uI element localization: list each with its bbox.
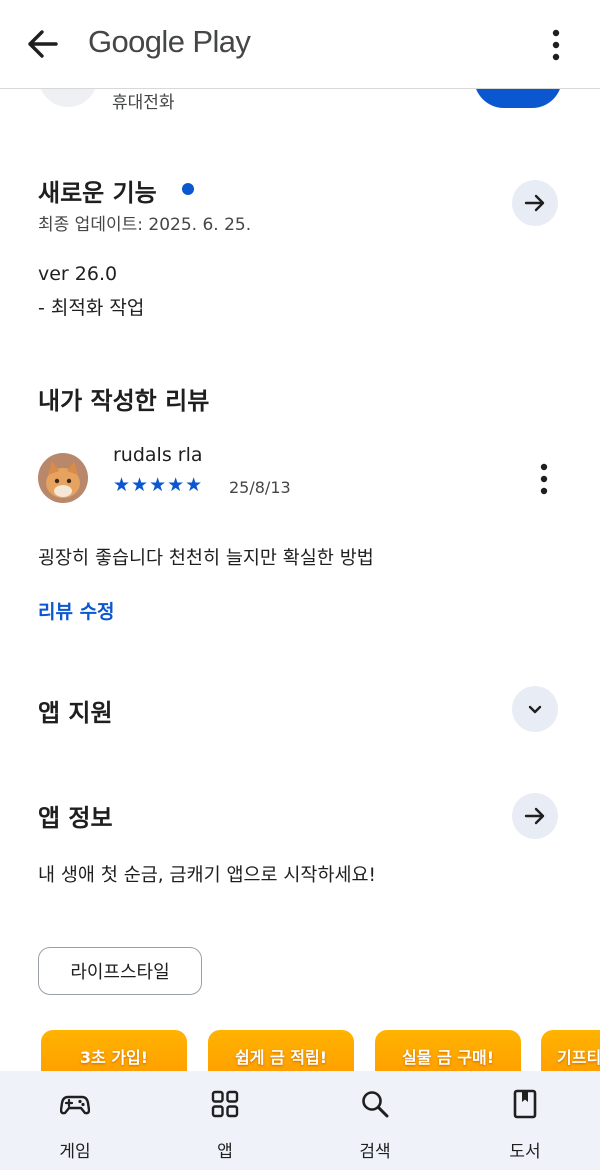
app-support-title: 앱 지원 xyxy=(38,699,113,727)
apps-grid-icon xyxy=(211,1090,239,1118)
app-info-arrow-button[interactable] xyxy=(512,793,558,839)
last-updated-text: 최종 업데이트: 2025. 6. 25. xyxy=(38,215,252,235)
bottom-navigation: 게임 앱 검색 도서 xyxy=(0,1071,600,1170)
app-info-title: 앱 정보 xyxy=(38,804,113,832)
nav-label-search: 검색 xyxy=(359,1142,391,1162)
app-description: 내 생애 첫 순금, 금캐기 앱으로 시작하세요! xyxy=(38,865,376,886)
gamepad-icon xyxy=(60,1095,90,1115)
top-app-bar: Google Play xyxy=(0,0,600,89)
back-arrow-icon[interactable] xyxy=(26,28,62,60)
nav-item-apps[interactable]: 앱 xyxy=(165,1071,285,1170)
star-rating: ★★★★★ xyxy=(113,474,204,496)
review-more-icon[interactable] xyxy=(534,462,554,496)
review-text: 굉장히 좋습니다 천천히 늘지만 확실한 방법 xyxy=(38,548,374,569)
version-text: ver 26.0 xyxy=(38,263,118,285)
nav-label-games: 게임 xyxy=(59,1142,91,1162)
review-date: 25/8/13 xyxy=(229,478,291,497)
my-review-title: 내가 작성한 리뷰 xyxy=(38,387,210,415)
device-type-label: 휴대전화 xyxy=(112,93,175,113)
nav-label-books: 도서 xyxy=(509,1142,541,1162)
arrow-right-icon xyxy=(524,807,545,825)
arrow-right-icon xyxy=(524,194,545,212)
whats-new-arrow-button[interactable] xyxy=(512,180,558,226)
app-support-expand-button[interactable] xyxy=(512,686,558,732)
nav-label-apps: 앱 xyxy=(217,1142,233,1162)
book-icon xyxy=(513,1089,537,1119)
whats-new-title: 새로운 기능 xyxy=(38,179,157,207)
nav-item-search[interactable]: 검색 xyxy=(315,1071,435,1170)
edit-review-link[interactable]: 리뷰 수정 xyxy=(38,597,115,624)
chevron-down-icon xyxy=(528,705,542,714)
nav-item-games[interactable]: 게임 xyxy=(15,1071,135,1170)
category-chip[interactable]: 라이프스타일 xyxy=(38,947,202,995)
search-icon xyxy=(362,1091,389,1118)
new-indicator-dot xyxy=(182,183,194,195)
release-note-text: - 최적화 작업 xyxy=(38,297,145,319)
reviewer-name: rudals rla xyxy=(113,444,203,466)
avatar xyxy=(38,453,88,503)
more-options-icon[interactable] xyxy=(546,28,566,62)
page-title: Google Play xyxy=(88,24,251,59)
nav-item-books[interactable]: 도서 xyxy=(465,1071,585,1170)
